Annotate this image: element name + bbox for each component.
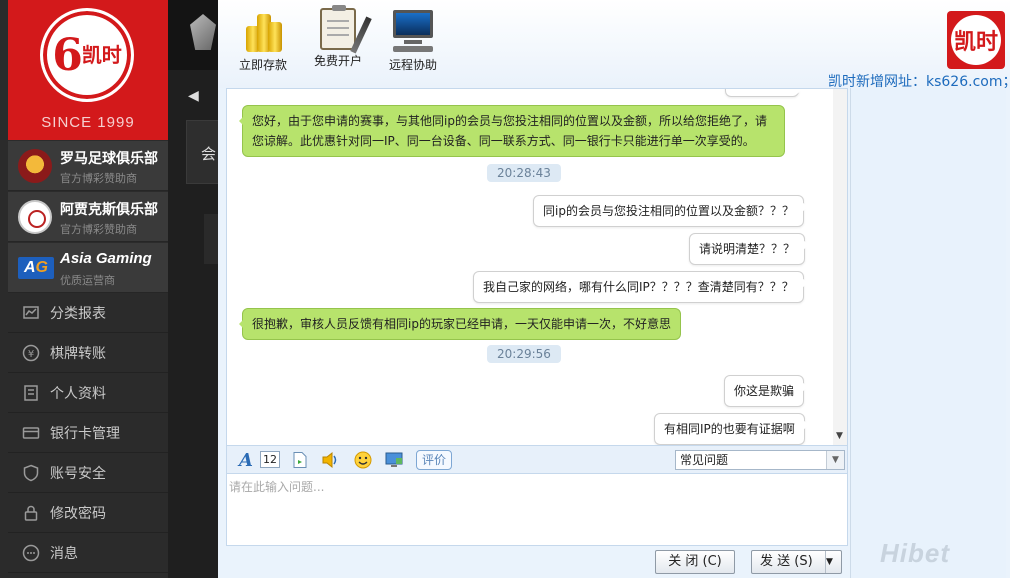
message-history[interactable]: 您好，由于您申请的赛事，与其他同ip的会员与您投注相同的位置以及金额，所以给您拒…: [226, 88, 848, 446]
rate-button[interactable]: 评价: [416, 450, 452, 470]
notepad-icon: [320, 5, 372, 54]
emoji-icon[interactable]: [353, 450, 373, 470]
sponsor-asia-gaming[interactable]: AG Asia Gaming 优质运营商: [8, 243, 168, 293]
menu-label: 分类报表: [50, 305, 106, 322]
close-button[interactable]: 关 闭 (C): [655, 550, 735, 574]
faq-selected-value: 常见问题: [680, 453, 729, 467]
open-account-button[interactable]: 免费开户: [303, 5, 373, 69]
site-sidebar: 6 凯时 SINCE 1999 罗马足球俱乐部 官方博彩赞助商 阿贾克斯俱乐部 官…: [0, 0, 168, 578]
agent-message: 很抱歉，审核人员反馈有相同ip的玩家已经申请，一天仅能申请一次，不好意思: [239, 308, 681, 340]
shield-icon: [20, 462, 42, 484]
ajax-crest-icon: [18, 200, 52, 234]
font-size-box[interactable]: 12: [260, 451, 280, 468]
sponsor-roma[interactable]: 罗马足球俱乐部 官方博彩赞助商: [8, 141, 168, 191]
live-chat-window: 立即存款 免费开户 远程协助 凯时 凯时新增网址：ks626.com； 您好，由…: [218, 0, 1010, 578]
menu-item-report[interactable]: 分类报表: [8, 293, 168, 333]
coins-icon: [240, 8, 286, 54]
since-text: SINCE 1999: [41, 114, 135, 131]
menu-label: 个人资料: [50, 385, 106, 402]
send-button[interactable]: 发 送 (S) ▼: [751, 550, 842, 574]
site-logo[interactable]: 6 凯时 SINCE 1999: [8, 0, 168, 140]
profile-icon: [20, 382, 42, 404]
send-button-label: 发 送 (S): [760, 554, 813, 569]
menu-item-bank-card[interactable]: 银行卡管理: [8, 413, 168, 453]
user-message: 我自己家的网络，哪有什么同IP？？？？查清楚同有？？？: [473, 271, 808, 303]
menu-label: 银行卡管理: [50, 425, 120, 442]
sponsor-name: Asia Gaming: [60, 250, 152, 267]
side-info-pane: [850, 88, 1006, 578]
deposit-button[interactable]: 立即存款: [228, 8, 298, 73]
message-scrollbar[interactable]: ▼: [833, 89, 847, 445]
menu-item-transfer[interactable]: ¥ 棋牌转账: [8, 333, 168, 373]
remote-assist-button[interactable]: 远程协助: [378, 8, 448, 73]
asia-gaming-logo-icon: AG: [18, 257, 54, 279]
previous-message-stub: [725, 89, 803, 97]
menu-label: 修改密码: [50, 505, 106, 522]
user-message: 同ip的会员与您投注相同的位置以及金额？？？: [533, 195, 808, 227]
account-menu: 分类报表 ¥ 棋牌转账 个人资料 银行卡管理 账号安全 修改密码 消息: [8, 293, 168, 573]
toolbar-label: 远程协助: [388, 58, 437, 72]
svg-text:¥: ¥: [28, 349, 34, 360]
background-page: ◀ 会: [168, 0, 226, 578]
send-options-chevron-icon[interactable]: ▼: [825, 551, 841, 573]
report-icon: [20, 302, 42, 324]
user-message: 有相同IP的也要有证据啊: [654, 413, 809, 445]
menu-item-password[interactable]: 修改密码: [8, 493, 168, 533]
scroll-down-arrow-icon[interactable]: ▼: [836, 431, 843, 441]
menu-item-security[interactable]: 账号安全: [8, 453, 168, 493]
send-file-icon[interactable]: [290, 450, 310, 470]
watermark: Hibet: [880, 538, 950, 568]
monitor-icon: [390, 8, 436, 54]
bank-card-icon: [20, 422, 42, 444]
chevron-down-icon[interactable]: ▼: [826, 451, 844, 469]
input-placeholder: 请在此输入问题...: [229, 480, 325, 494]
speaker-icon: ◀: [188, 88, 199, 104]
screenshot-icon[interactable]: [384, 450, 404, 470]
yen-transfer-icon: ¥: [20, 342, 42, 364]
logo-emblem: 6 凯时: [40, 8, 134, 102]
chat-toolbar: 立即存款 免费开户 远程协助 凯时 凯时新增网址：ks626.com；: [218, 0, 1010, 90]
user-message: 你这是欺骗: [724, 375, 809, 407]
user-message: 请说明清楚？？？: [689, 233, 810, 265]
sponsor-ajax[interactable]: 阿贾克斯俱乐部 官方博彩赞助商: [8, 192, 168, 242]
font-style-icon[interactable]: A: [236, 450, 256, 471]
sponsor-name: 阿贾克斯俱乐部: [60, 202, 158, 218]
input-toolbar: A 12 评价 常见问题 ▼: [226, 446, 848, 474]
chat-action-bar: 关 闭 (C) 发 送 (S) ▼: [226, 546, 848, 578]
sponsor-subtitle: 优质运营商: [60, 274, 115, 287]
menu-item-messages[interactable]: 消息: [8, 533, 168, 573]
agent-message: 您好，由于您申请的赛事，与其他同ip的会员与您投注相同的位置以及金额，所以给您拒…: [239, 105, 785, 157]
message-icon: [20, 542, 42, 564]
background-panel-label: 会: [201, 145, 217, 163]
sponsor-name: 罗马足球俱乐部: [60, 151, 158, 167]
toolbar-label: 立即存款: [238, 58, 287, 72]
timestamp: 20:29:56: [487, 345, 561, 363]
message-input[interactable]: 请在此输入问题...: [226, 474, 848, 546]
menu-label: 账号安全: [50, 465, 106, 482]
menu-item-profile[interactable]: 个人资料: [8, 373, 168, 413]
sound-icon[interactable]: [321, 450, 341, 470]
brand-logo: 凯时: [947, 11, 1005, 69]
faq-select[interactable]: 常见问题 ▼: [675, 450, 845, 470]
menu-label: 棋牌转账: [50, 345, 106, 362]
sponsor-subtitle: 官方博彩赞助商: [60, 172, 137, 185]
brand-logo-text: 凯时: [951, 15, 1001, 65]
toolbar-label: 免费开户: [313, 54, 362, 68]
lock-icon: [20, 502, 42, 524]
sponsor-subtitle: 官方博彩赞助商: [60, 223, 137, 236]
timestamp: 20:28:43: [487, 164, 561, 182]
menu-label: 消息: [50, 545, 78, 562]
roma-crest-icon: [18, 149, 52, 183]
